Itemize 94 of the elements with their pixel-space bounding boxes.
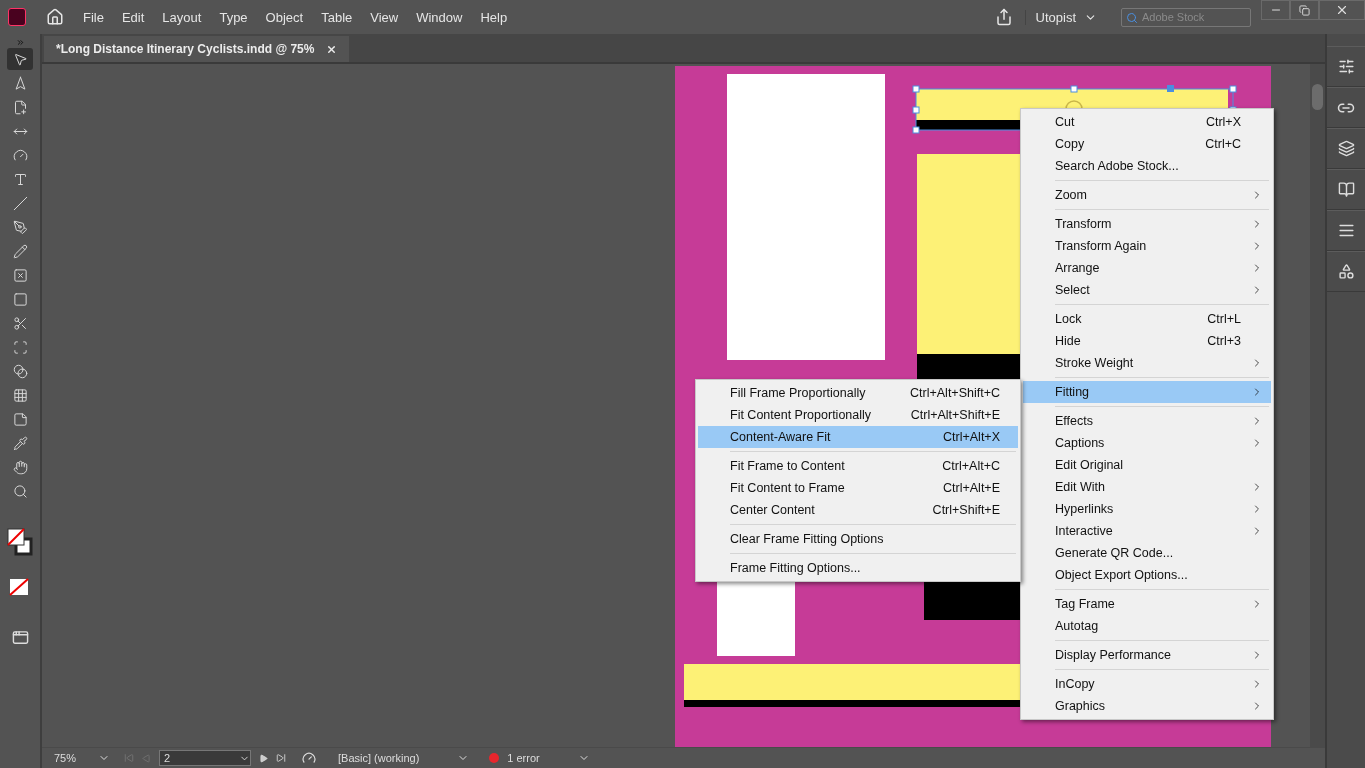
panel-button[interactable] [1327,210,1365,251]
menu-item[interactable]: Tag Frame [1023,593,1271,615]
menu-bar-item[interactable]: Window [407,9,472,25]
document-tab[interactable]: *Long Distance Itinerary Cyclists.indd @ 75% [44,36,350,62]
menu-item[interactable]: Fit Content Proportionally Ctrl+Alt+Shift+E [698,404,1018,426]
app-logo [8,8,26,26]
menu-item[interactable]: Clear Frame Fitting Options [698,528,1018,550]
preflight-icon[interactable] [302,751,317,765]
panel-button[interactable] [1327,46,1365,87]
menu-item[interactable]: Lock Ctrl+L [1023,308,1271,330]
panel-button[interactable] [1327,128,1365,169]
workspace-switcher[interactable]: Utopist [1024,9,1107,25]
page-tool-icon [12,99,28,115]
sliders-icon [1337,58,1355,75]
menu-item[interactable]: Copy Ctrl+C [1023,133,1271,155]
menu-item[interactable]: Content-Aware Fit Ctrl+Alt+X [698,426,1018,448]
close-icon [1335,3,1349,17]
preflight-profile[interactable]: [Basic] (working) [338,752,420,764]
selection-tool-icon [12,51,28,67]
rectangle-tool-icon [12,291,28,307]
zoom-level[interactable]: 75% [54,752,77,764]
menu-bar-item[interactable]: Layout [153,9,211,25]
next-page-icon[interactable] [259,753,269,763]
menu-item[interactable]: Arrange [1023,257,1271,279]
menu-item[interactable]: Fit Content to Frame Ctrl+Alt+E [698,477,1018,499]
menu-bar-item[interactable]: View [361,9,408,25]
home-icon[interactable] [46,8,64,26]
menu-bar-item[interactable]: Edit [112,9,154,25]
panel-button[interactable] [1327,87,1365,128]
menu-item[interactable]: Display Performance [1023,644,1271,666]
menu-item[interactable]: InCopy [1023,673,1271,695]
menu-item[interactable]: Edit Original [1023,454,1271,476]
menu-bar-item[interactable]: Object [256,9,313,25]
content-collector-tool-icon [12,147,28,163]
layers-icon [1337,140,1355,157]
menu-item[interactable]: Select [1023,279,1271,301]
scissors-tool-icon [12,315,28,331]
error-status-dot [489,753,500,763]
menu-item[interactable]: Search Adobe Stock... [1023,155,1271,177]
menu-item[interactable]: Hide Ctrl+3 [1023,330,1271,352]
gradient-tool-icon [12,363,28,379]
menu-item[interactable]: Edit With [1023,476,1271,498]
feather-tool-icon [12,387,28,403]
menu-bar-item[interactable]: Type [210,9,257,25]
eyedropper-tool-icon [12,435,28,451]
screen-mode-icon[interactable] [11,629,29,646]
menu-item[interactable]: Zoom [1023,184,1271,206]
minimize-button[interactable] [1261,0,1290,20]
menu-item[interactable]: Frame Fitting Options... [698,557,1018,579]
type-tool-icon [12,171,28,187]
restore-button[interactable] [1290,0,1319,20]
close-button[interactable] [1319,0,1365,20]
pen-tool-icon [12,219,28,235]
panel-button[interactable] [1327,169,1365,210]
page-number-field[interactable]: 2 [159,750,252,766]
menu-item[interactable]: Fill Frame Proportionally Ctrl+Alt+Shift+C [698,382,1018,404]
restore-icon [1299,4,1310,16]
menu-item[interactable]: Transform [1023,213,1271,235]
selection-tool[interactable] [7,48,33,70]
menu-item[interactable]: Effects [1023,410,1271,432]
pencil-tool-icon [12,243,28,259]
lines-icon [1337,222,1355,239]
book-icon [1337,181,1355,198]
error-count[interactable]: 1 error [507,752,540,764]
zoom-tool-icon [12,483,28,499]
line-tool-icon [12,195,28,211]
panel-button[interactable] [1327,251,1365,292]
menu-item[interactable]: Captions [1023,432,1271,454]
menu-item[interactable]: Hyperlinks [1023,498,1271,520]
transform-tool-icon [12,339,28,355]
menu-item[interactable]: Fitting [1023,381,1271,403]
menu-item[interactable]: Autotag [1023,615,1271,637]
menu-bar-item[interactable]: File [74,9,113,25]
menu-item[interactable]: Cut Ctrl+X [1023,111,1271,133]
menu-item[interactable]: Graphics [1023,695,1271,717]
frame-tool-icon [12,267,28,283]
menu-bar-item[interactable]: Help [471,9,517,25]
menu-item[interactable]: Fit Frame to Content Ctrl+Alt+C [698,455,1018,477]
menu-item[interactable]: Generate QR Code... [1023,542,1271,564]
menu-item[interactable]: Center Content Ctrl+Shift+E [698,499,1018,521]
note-tool-icon [12,411,28,427]
fill-stroke-swatch-icon[interactable] [6,527,34,559]
menu-item[interactable]: Stroke Weight [1023,352,1271,374]
close-icon[interactable] [326,43,338,55]
hand-tool-icon [12,459,28,475]
menu-item[interactable]: Transform Again [1023,235,1271,257]
search-icon [1126,11,1138,24]
menu-bar-item[interactable]: Table [312,9,362,25]
menu-item[interactable]: Interactive [1023,520,1271,542]
shapes-icon [1337,263,1355,280]
vertical-scrollbar[interactable] [1310,64,1325,747]
last-page-icon[interactable] [276,753,287,763]
menu-item[interactable]: Object Export Options... [1023,564,1271,586]
share-icon[interactable] [994,8,1013,26]
